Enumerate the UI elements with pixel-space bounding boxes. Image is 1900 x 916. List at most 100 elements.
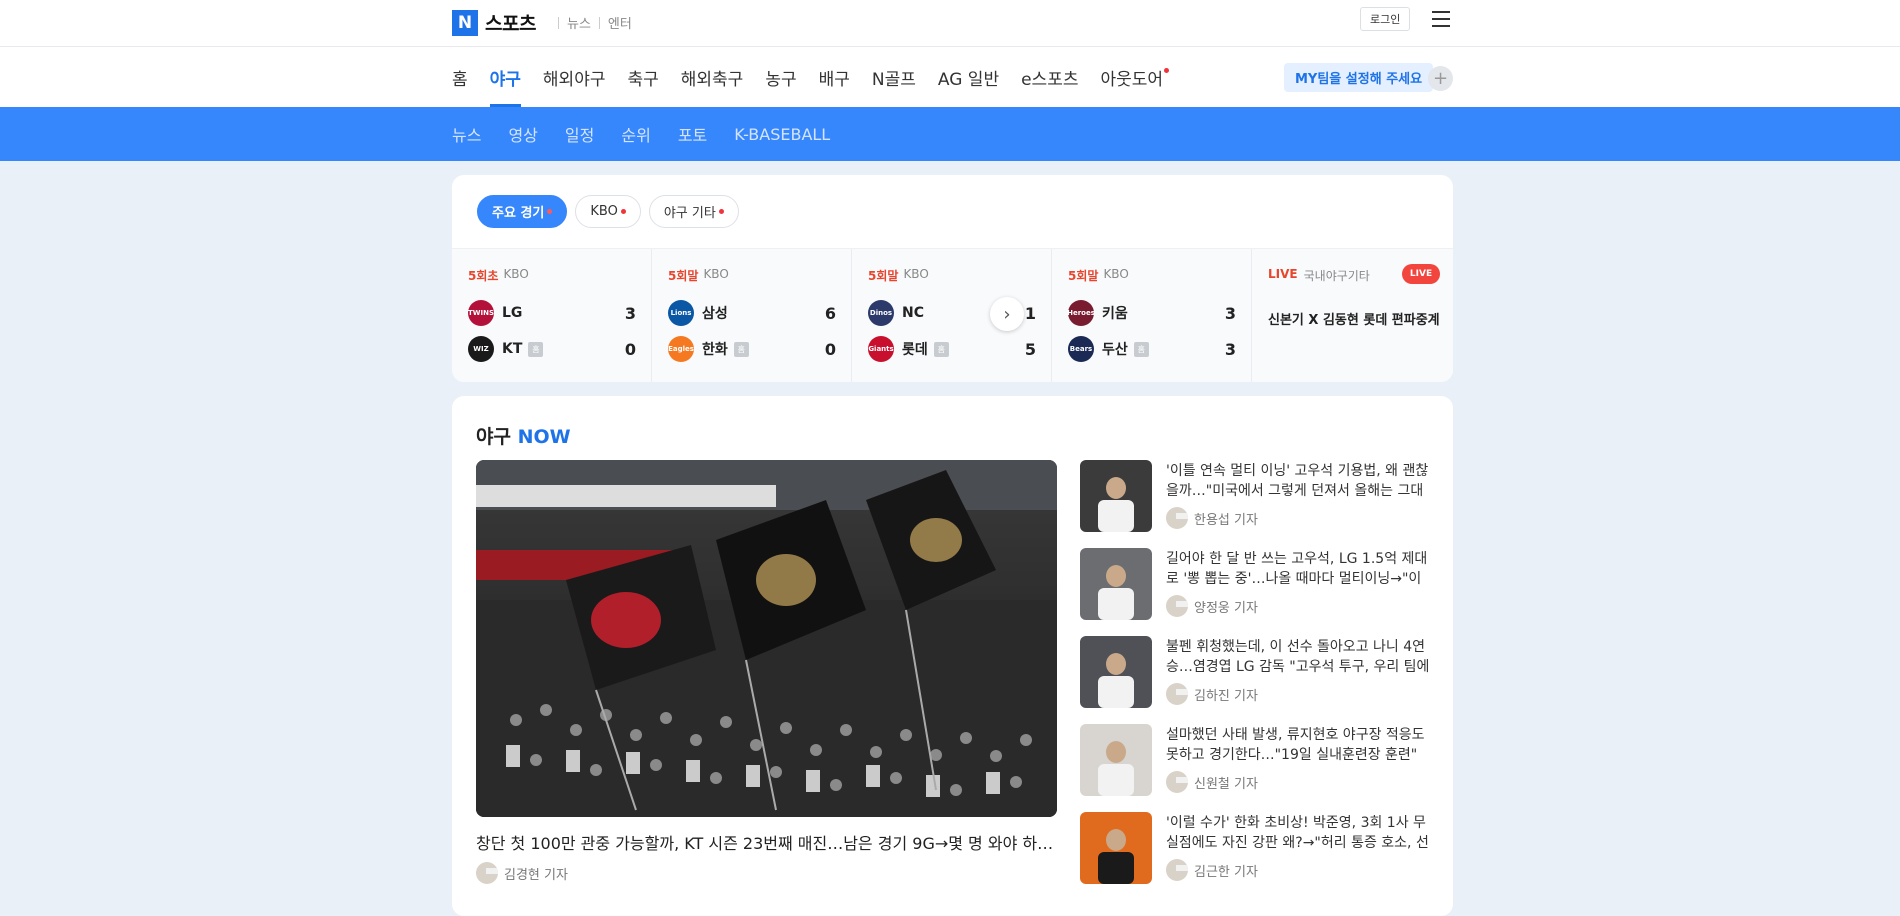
sub-navigation: 뉴스 영상 일정 순위 포토 K-BASEBALL <box>0 107 1900 161</box>
filter-chip-label: 주요 경기 <box>492 206 545 221</box>
team-score: 3 <box>624 303 636 323</box>
game-card[interactable]: 5회말 KBO Heroes 키움 3 Bears 두산 홈 3 <box>1052 249 1252 382</box>
reporter-avatar <box>1166 683 1188 705</box>
league-label: KBO <box>503 267 529 281</box>
tab-0[interactable]: 홈 <box>452 47 468 107</box>
side-news-item[interactable]: 길어야 한 달 반 쓰는 고우석, LG 1.5억 제대로 '뽕 뽑는 중'…나… <box>1080 548 1430 636</box>
home-badge: 홈 <box>528 341 544 357</box>
tab-10[interactable]: 아웃도어 <box>1100 47 1170 107</box>
side-news-item[interactable]: 불펜 휘청했는데, 이 선수 돌아오고 나니 4연승…염경엽 LG 감독 "고우… <box>1080 636 1430 724</box>
tab-4[interactable]: 해외축구 <box>681 47 744 107</box>
side-news-reporter[interactable]: 신원철 기자 <box>1166 771 1258 793</box>
news-thumbnail[interactable] <box>1080 548 1152 620</box>
home-badge: 홈 <box>733 341 749 357</box>
side-news-reporter[interactable]: 한용섭 기자 <box>1166 507 1258 529</box>
side-news-headline[interactable]: 설마했던 사태 발생, 류지현호 야구장 적응도 못하고 경기한다…"19일 실… <box>1166 725 1430 765</box>
subnav-item-1[interactable]: 영상 <box>508 122 537 146</box>
main-news-reporter[interactable]: 김경현 기자 <box>476 862 568 884</box>
news-thumbnail[interactable] <box>1080 812 1152 884</box>
inning-label: 5회말 <box>1068 269 1099 283</box>
league-label: KBO <box>1103 267 1129 281</box>
service-link-news[interactable]: 뉴스 <box>567 13 591 32</box>
side-news-reporter[interactable]: 김하진 기자 <box>1166 683 1258 705</box>
top-header: N 스포츠 뉴스 엔터 로그인 <box>0 0 1900 47</box>
side-news-reporter[interactable]: 김근한 기자 <box>1166 859 1258 881</box>
subnav-item-2[interactable]: 일정 <box>565 122 594 146</box>
side-news-headline[interactable]: '이틀 연속 멀티 이닝' 고우석 기용법, 왜 괜찮을까…"미국에서 그렇게 … <box>1166 461 1430 501</box>
news-thumbnail[interactable] <box>1080 460 1152 532</box>
filter-chip-label: KBO <box>590 204 618 219</box>
live-title: 신본기 X 김동현 롯데 편파중계 <box>1268 313 1440 328</box>
filter-chip-0[interactable]: 주요 경기 <box>477 195 568 228</box>
side-news-headline[interactable]: '이럴 수가' 한화 초비상! 박준영, 3회 1사 무실점에도 자진 강판 왜… <box>1166 813 1430 853</box>
add-team-button[interactable]: + <box>1428 66 1453 91</box>
news-thumbnail[interactable] <box>1080 724 1152 796</box>
tab-2[interactable]: 해외야구 <box>543 47 606 107</box>
reporter-name: 김하진 기자 <box>1194 688 1258 704</box>
league-label: KBO <box>703 267 729 281</box>
my-team-button[interactable]: MY팀을 설정해 주세요 <box>1284 63 1434 92</box>
reporter-name: 한용섭 기자 <box>1194 512 1258 528</box>
team-logo-icon: Giants <box>868 336 894 362</box>
tab-1[interactable]: 야구 <box>489 47 522 107</box>
team-name: KT <box>502 341 523 357</box>
reporter-name: 양정웅 기자 <box>1194 600 1258 616</box>
inning-label: 5회말 <box>668 269 699 283</box>
stadium-crowd-image <box>476 460 1057 817</box>
login-button[interactable]: 로그인 <box>1360 7 1411 31</box>
team-row-away: Heroes 키움 3 <box>1067 299 1238 327</box>
tab-9[interactable]: e스포츠 <box>1021 47 1078 107</box>
team-logo-icon: Heroes <box>1067 300 1095 326</box>
subnav-item-0[interactable]: 뉴스 <box>452 122 481 146</box>
game-status: 5회말 KBO <box>1068 267 1129 284</box>
news-thumbnail[interactable] <box>1080 636 1152 708</box>
service-link-entertain[interactable]: 엔터 <box>608 13 632 32</box>
tab-7[interactable]: N골프 <box>872 47 916 107</box>
sports-logo-text: 스포츠 <box>485 13 536 35</box>
live-indicator-dot <box>620 209 626 214</box>
new-indicator-dot <box>1164 68 1170 73</box>
section-title: 야구 NOW <box>476 422 571 449</box>
team-row-home: Bears 두산 홈 3 <box>1068 335 1238 363</box>
service-links: 뉴스 엔터 <box>550 13 632 32</box>
tab-6[interactable]: 배구 <box>819 47 850 107</box>
side-news-headline[interactable]: 불펜 휘청했는데, 이 선수 돌아오고 나니 4연승…염경엽 LG 감독 "고우… <box>1166 637 1430 677</box>
live-card[interactable]: LIVE 국내야구기타 LIVE 신본기 X 김동현 롯데 편파중계 <box>1252 249 1452 382</box>
team-row-home: WIZ KT 홈 0 <box>468 335 638 363</box>
tab-3[interactable]: 축구 <box>627 47 658 107</box>
filter-chip-2[interactable]: 야구 기타 <box>648 195 739 228</box>
side-news-item[interactable]: '이틀 연속 멀티 이닝' 고우석 기용법, 왜 괜찮을까…"미국에서 그렇게 … <box>1080 460 1430 548</box>
game-card[interactable]: 5회초 KBO TWINS LG 3 WIZ KT 홈 0 <box>452 249 652 382</box>
hamburger-icon[interactable] <box>1432 11 1450 27</box>
tab-8[interactable]: AG 일반 <box>938 47 999 107</box>
side-news-reporter[interactable]: 양정웅 기자 <box>1166 595 1258 617</box>
subnav-item-5[interactable]: K-BASEBALL <box>734 125 830 144</box>
main-news-headline[interactable]: 창단 첫 100만 관중 가능할까, KT 시즌 23번째 매진…남은 경기 9… <box>476 830 1057 854</box>
team-score: 0 <box>824 339 836 359</box>
reporter-avatar <box>476 862 498 884</box>
team-row-away: TWINS LG 3 <box>468 299 638 327</box>
game-card[interactable]: 5회말 KBO Lions 삼성 6 Eagles 한화 홈 0 <box>652 249 852 382</box>
subnav-item-3[interactable]: 순위 <box>621 122 650 146</box>
team-name: NC <box>902 305 924 321</box>
team-name: 두산 <box>1102 342 1128 358</box>
team-row-away: Lions 삼성 6 <box>668 299 838 327</box>
inning-label: 5회초 <box>468 269 499 283</box>
reporter-name: 신원철 기자 <box>1194 776 1258 792</box>
naver-sports-logo[interactable]: N 스포츠 <box>452 9 536 36</box>
team-name: 삼성 <box>702 306 728 322</box>
side-news-headline[interactable]: 길어야 한 달 반 쓰는 고우석, LG 1.5억 제대로 '뽕 뽑는 중'…나… <box>1166 549 1430 589</box>
main-news-photo[interactable] <box>476 460 1057 817</box>
filter-chip-1[interactable]: KBO <box>575 195 641 228</box>
side-news-item[interactable]: 설마했던 사태 발생, 류지현호 야구장 적응도 못하고 경기한다…"19일 실… <box>1080 724 1430 812</box>
main-navigation: 홈 야구 해외야구 축구 해외축구 농구 배구 N골프 AG 일반 e스포츠 아웃도어 MY팀을 설… <box>0 47 1900 107</box>
chevron-right-icon[interactable]: › <box>990 297 1024 331</box>
subnav-item-4[interactable]: 포토 <box>678 122 707 146</box>
team-row-home: Eagles 한화 홈 0 <box>668 335 838 363</box>
side-news-item[interactable]: '이럴 수가' 한화 초비상! 박준영, 3회 1사 무실점에도 자진 강판 왜… <box>1080 812 1430 900</box>
team-logo-icon: Lions <box>668 300 694 326</box>
live-label: LIVE <box>1268 267 1298 281</box>
team-logo-icon: Eagles <box>668 336 694 362</box>
tab-5[interactable]: 농구 <box>765 47 796 107</box>
team-logo-icon: Bears <box>1068 336 1094 362</box>
